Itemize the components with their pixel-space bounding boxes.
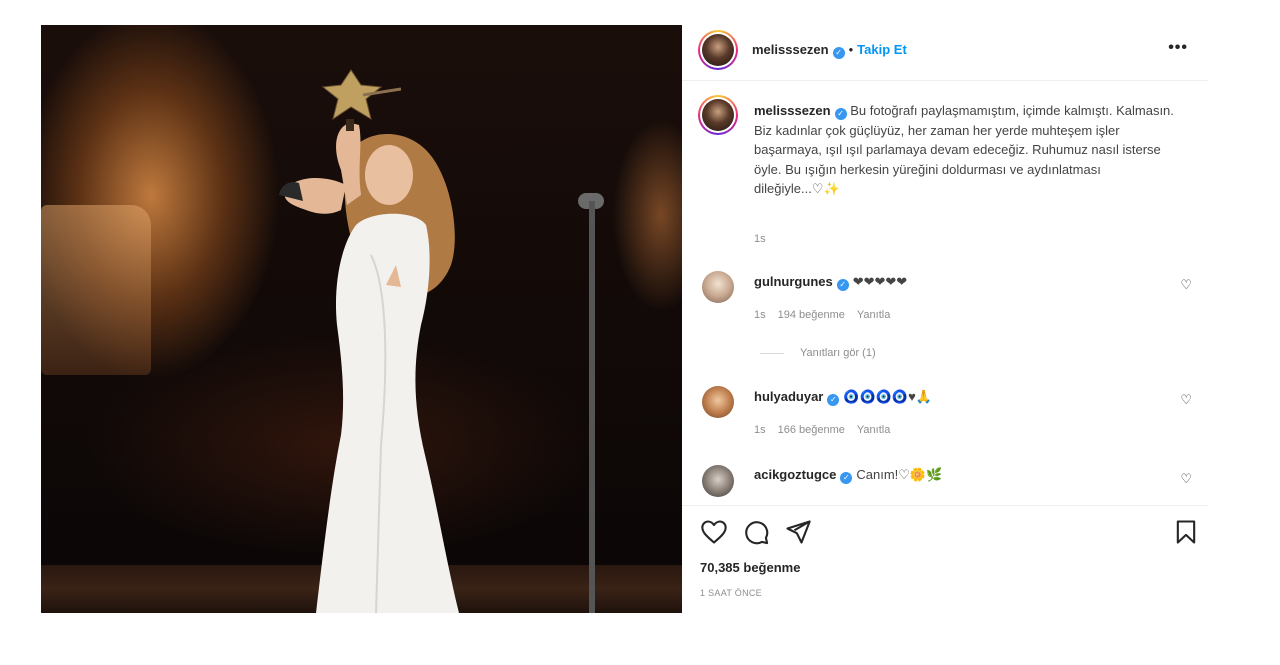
view-replies-label[interactable]: Yanıtları gör (1) — [800, 347, 876, 359]
verified-icon: ✓ — [836, 279, 849, 291]
post-timestamp: 1 SAAT ÖNCE — [700, 588, 762, 598]
comment-like-icon[interactable]: ♡ — [1180, 277, 1192, 293]
caption-time: 1s — [754, 233, 766, 245]
comment-text: ❤❤❤❤❤ — [852, 274, 908, 289]
comment: acikgoztugce ✓ Canım!♡🌼🌿 — [754, 467, 942, 484]
author-avatar[interactable] — [698, 30, 738, 70]
more-icon[interactable]: ••• — [1168, 39, 1188, 57]
reply-button[interactable]: Yanıtla — [857, 309, 890, 321]
comment-username[interactable]: gulnurgunes — [754, 274, 833, 289]
caption-username[interactable]: melisssezen — [754, 103, 831, 118]
bookmark-icon[interactable] — [1172, 518, 1200, 546]
comment-meta: 1s 166 beğenme Yanıtla — [754, 424, 902, 436]
author-username[interactable]: melisssezen — [752, 42, 829, 57]
comment-likes[interactable]: 194 beğenme — [778, 309, 845, 321]
comment-icon[interactable] — [742, 518, 770, 546]
comment-text: Canım!♡🌼🌿 — [856, 467, 943, 482]
comment: hulyaduyar ✓ 🧿🧿🧿🧿♥🙏 — [754, 389, 932, 406]
comment-avatar[interactable] — [702, 465, 734, 497]
share-icon[interactable] — [784, 518, 812, 546]
comment-time: 1s — [754, 424, 766, 436]
comment-meta: 1s 194 beğenme Yanıtla — [754, 309, 902, 321]
comment-username[interactable]: hulyaduyar — [754, 389, 823, 404]
reply-button[interactable]: Yanıtla — [857, 424, 890, 436]
heart-icon[interactable] — [700, 518, 728, 546]
comment-avatar[interactable] — [702, 386, 734, 418]
verified-icon: ✓ — [832, 47, 845, 59]
comment: gulnurgunes ✓ ❤❤❤❤❤ — [754, 274, 907, 291]
comment-like-icon[interactable]: ♡ — [1180, 392, 1192, 408]
separator-dot: • — [848, 42, 854, 57]
post-photo[interactable] — [41, 25, 682, 613]
view-replies-button[interactable]: Yanıtları gör (1) — [760, 347, 876, 359]
comment-like-icon[interactable]: ♡ — [1180, 471, 1192, 487]
comment-avatar[interactable] — [702, 271, 734, 303]
comment-text: 🧿🧿🧿🧿♥🙏 — [843, 389, 933, 404]
post-caption: melisssezen ✓ Bu fotoğrafı paylaşmamıştım… — [754, 101, 1179, 199]
comment-username[interactable]: acikgoztugce — [754, 467, 836, 482]
like-count[interactable]: 70,385 beğenme — [700, 560, 800, 575]
verified-icon: ✓ — [827, 394, 840, 406]
verified-icon: ✓ — [834, 108, 847, 120]
comment-likes[interactable]: 166 beğenme — [778, 424, 845, 436]
follow-button[interactable]: Takip Et — [857, 42, 907, 57]
replies-divider — [760, 352, 784, 354]
woman-in-white-dress — [279, 69, 459, 613]
caption-avatar[interactable] — [698, 95, 738, 135]
post-side-panel: melisssezen ✓ • Takip Et ••• melisssezen ✓ B… — [682, 25, 1208, 613]
verified-icon: ✓ — [840, 472, 853, 484]
post-actions: 70,385 beğenme 1 SAAT ÖNCE — [682, 505, 1208, 613]
post-header: melisssezen ✓ • Takip Et ••• — [682, 25, 1208, 81]
comment-time: 1s — [754, 309, 766, 321]
